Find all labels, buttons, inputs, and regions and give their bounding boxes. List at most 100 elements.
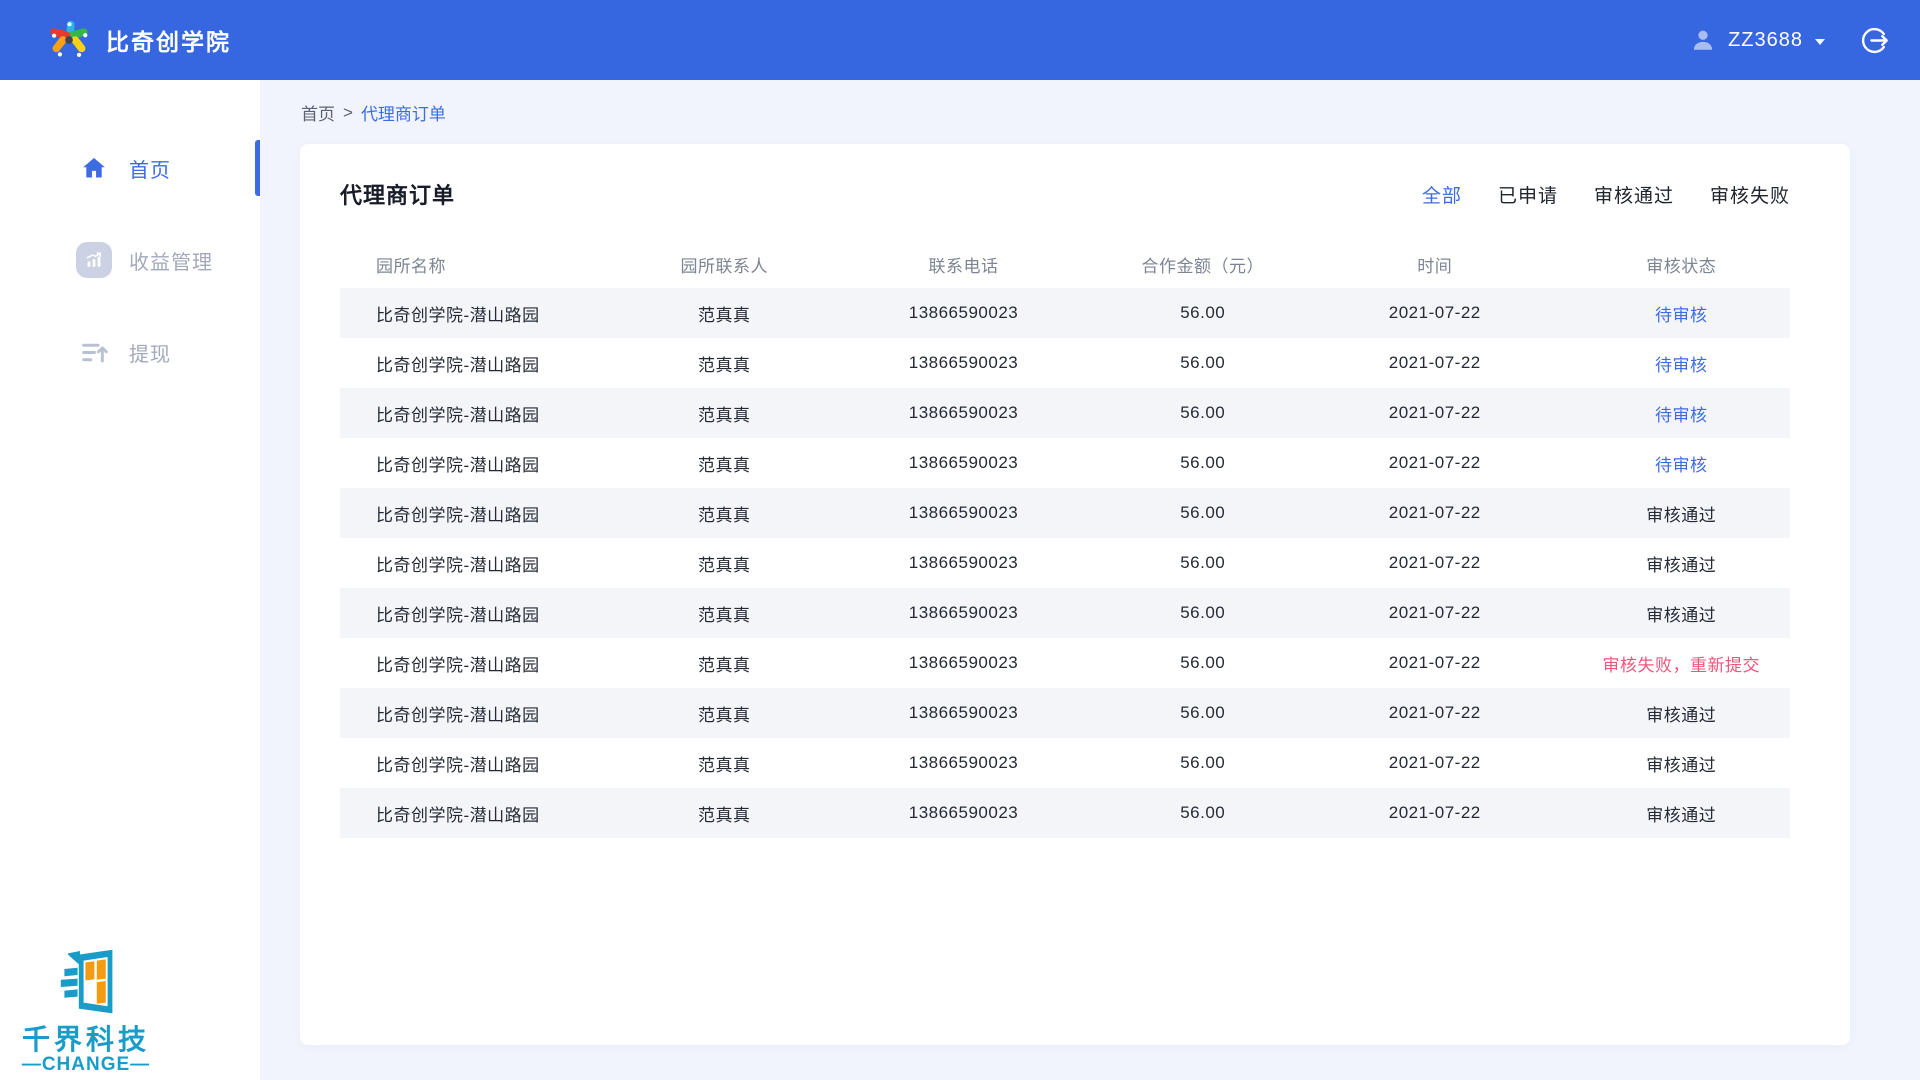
cell-garden-name: 比奇创学院-潜山路园 — [340, 301, 630, 326]
cell-contact: 范真真 — [630, 651, 819, 676]
cell-contact: 范真真 — [630, 551, 819, 576]
cell-garden-name: 比奇创学院-潜山路园 — [340, 451, 630, 476]
cell-date: 2021-07-22 — [1297, 653, 1573, 673]
cell-amount: 56.00 — [1109, 553, 1298, 573]
cell-phone: 13866590023 — [819, 703, 1109, 723]
main-content: 首页 > 代理商订单 代理商订单 全部 已申请 审核通过 审核失败 园所名称 园… — [260, 80, 1920, 1080]
sidebar-item-withdraw[interactable]: 提现 — [0, 324, 260, 380]
cell-amount: 56.00 — [1109, 653, 1298, 673]
col-garden-name: 园所名称 — [340, 252, 630, 277]
chevron-down-icon[interactable] — [1815, 39, 1825, 45]
cell-date: 2021-07-22 — [1297, 703, 1573, 723]
cell-date: 2021-07-22 — [1297, 753, 1573, 773]
table-row: 比奇创学院-潜山路园 范真真 13866590023 56.00 2021-07… — [340, 438, 1790, 488]
cell-status: 审核通过 — [1573, 701, 1791, 726]
cell-amount: 56.00 — [1109, 453, 1298, 473]
table-row: 比奇创学院-潜山路园 范真真 13866590023 56.00 2021-07… — [340, 688, 1790, 738]
username-dropdown[interactable]: ZZ3688 — [1728, 29, 1803, 52]
tab-approved[interactable]: 审核通过 — [1594, 181, 1674, 208]
cell-status: 审核通过 — [1573, 551, 1791, 576]
cell-garden-name: 比奇创学院-潜山路园 — [340, 651, 630, 676]
breadcrumb: 首页 > 代理商订单 — [301, 100, 1920, 125]
cell-garden-name: 比奇创学院-潜山路园 — [340, 501, 630, 526]
cell-garden-name: 比奇创学院-潜山路园 — [340, 701, 630, 726]
cell-amount: 56.00 — [1109, 503, 1298, 523]
sidebar-item-label: 首页 — [129, 154, 171, 183]
cell-amount: 56.00 — [1109, 803, 1298, 823]
table-row: 比奇创学院-潜山路园 范真真 13866590023 56.00 2021-07… — [340, 388, 1790, 438]
cell-status: 审核通过 — [1573, 601, 1791, 626]
cell-garden-name: 比奇创学院-潜山路园 — [340, 801, 630, 826]
footer-brand-en: —CHANGE— — [6, 1054, 166, 1076]
footer-logo: 千界科技 —CHANGE— — [6, 949, 166, 1076]
cell-contact: 范真真 — [630, 601, 819, 626]
revenue-chart-icon — [76, 242, 112, 278]
cell-status: 审核通过 — [1573, 801, 1791, 826]
sidebar-item-revenue[interactable]: 收益管理 — [0, 232, 260, 288]
cell-amount: 56.00 — [1109, 703, 1298, 723]
cell-date: 2021-07-22 — [1297, 803, 1573, 823]
cell-contact: 范真真 — [630, 801, 819, 826]
cell-date: 2021-07-22 — [1297, 403, 1573, 423]
cell-amount: 56.00 — [1109, 303, 1298, 323]
cell-phone: 13866590023 — [819, 303, 1109, 323]
cell-status[interactable]: 待审核 — [1573, 301, 1791, 326]
sidebar-item-home[interactable]: 首页 — [0, 140, 260, 196]
logout-icon[interactable] — [1859, 25, 1890, 56]
table-row: 比奇创学院-潜山路园 范真真 13866590023 56.00 2021-07… — [340, 588, 1790, 638]
cell-date: 2021-07-22 — [1297, 353, 1573, 373]
cell-garden-name: 比奇创学院-潜山路园 — [340, 551, 630, 576]
table-row: 比奇创学院-潜山路园 范真真 13866590023 56.00 2021-07… — [340, 638, 1790, 688]
cell-contact: 范真真 — [630, 451, 819, 476]
table-row: 比奇创学院-潜山路园 范真真 13866590023 56.00 2021-07… — [340, 738, 1790, 788]
tab-applied[interactable]: 已申请 — [1498, 181, 1558, 208]
cell-amount: 56.00 — [1109, 753, 1298, 773]
footer-brand-cn: 千界科技 — [6, 1025, 166, 1054]
breadcrumb-current[interactable]: 代理商订单 — [361, 100, 446, 125]
cell-contact: 范真真 — [630, 701, 819, 726]
table-row: 比奇创学院-潜山路园 范真真 13866590023 56.00 2021-07… — [340, 338, 1790, 388]
cell-garden-name: 比奇创学院-潜山路园 — [340, 601, 630, 626]
sidebar: 首页 收益管理 — [0, 80, 260, 1080]
cell-phone: 13866590023 — [819, 603, 1109, 623]
cell-date: 2021-07-22 — [1297, 603, 1573, 623]
cell-date: 2021-07-22 — [1297, 503, 1573, 523]
cell-status[interactable]: 审核失败，重新提交 — [1573, 651, 1791, 676]
col-status: 审核状态 — [1573, 252, 1791, 277]
brand: 比奇创学院 — [46, 17, 231, 63]
cell-phone: 13866590023 — [819, 553, 1109, 573]
cell-status: 审核通过 — [1573, 501, 1791, 526]
cell-date: 2021-07-22 — [1297, 453, 1573, 473]
orders-table: 园所名称 园所联系人 联系电话 合作金额（元） 时间 审核状态 比奇创学院-潜山… — [340, 240, 1790, 838]
cell-status[interactable]: 待审核 — [1573, 401, 1791, 426]
breadcrumb-home[interactable]: 首页 — [301, 100, 335, 125]
table-row: 比奇创学院-潜山路园 范真真 13866590023 56.00 2021-07… — [340, 488, 1790, 538]
orders-card: 代理商订单 全部 已申请 审核通过 审核失败 园所名称 园所联系人 联系电话 合… — [300, 144, 1850, 1045]
sidebar-item-label: 提现 — [129, 338, 171, 367]
breadcrumb-separator: > — [343, 103, 353, 123]
tab-rejected[interactable]: 审核失败 — [1710, 181, 1790, 208]
table-row: 比奇创学院-潜山路园 范真真 13866590023 56.00 2021-07… — [340, 788, 1790, 838]
cell-phone: 13866590023 — [819, 803, 1109, 823]
page-title: 代理商订单 — [340, 178, 1422, 210]
filter-tabs: 全部 已申请 审核通过 审核失败 — [1422, 181, 1790, 208]
cell-contact: 范真真 — [630, 351, 819, 376]
cell-date: 2021-07-22 — [1297, 553, 1573, 573]
top-header: 比奇创学院 ZZ3688 — [0, 0, 1920, 80]
cell-contact: 范真真 — [630, 301, 819, 326]
tab-all[interactable]: 全部 — [1422, 181, 1462, 208]
table-header-row: 园所名称 园所联系人 联系电话 合作金额（元） 时间 审核状态 — [340, 240, 1790, 288]
cell-garden-name: 比奇创学院-潜山路园 — [340, 351, 630, 376]
withdraw-icon — [76, 338, 112, 367]
col-date: 时间 — [1297, 252, 1573, 277]
cell-status[interactable]: 待审核 — [1573, 351, 1791, 376]
cell-contact: 范真真 — [630, 751, 819, 776]
cell-phone: 13866590023 — [819, 353, 1109, 373]
table-row: 比奇创学院-潜山路园 范真真 13866590023 56.00 2021-07… — [340, 538, 1790, 588]
cell-status[interactable]: 待审核 — [1573, 451, 1791, 476]
cell-status: 审核通过 — [1573, 751, 1791, 776]
home-icon — [76, 155, 112, 181]
cell-contact: 范真真 — [630, 501, 819, 526]
col-phone: 联系电话 — [819, 252, 1109, 277]
table-body: 比奇创学院-潜山路园 范真真 13866590023 56.00 2021-07… — [340, 288, 1790, 838]
